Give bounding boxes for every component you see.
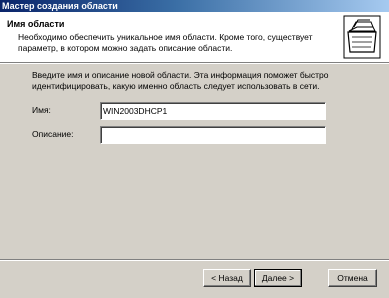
cancel-button[interactable]: Отмена <box>328 269 377 287</box>
next-button[interactable]: Далее > <box>254 269 302 287</box>
instructions-text: Введите имя и описание новой области. Эт… <box>32 70 329 91</box>
scope-description-input[interactable] <box>100 126 326 144</box>
wizard-header: Имя области Необходимо обеспечить уникал… <box>0 12 389 62</box>
header-divider <box>0 62 389 64</box>
name-label: Имя: <box>32 105 51 115</box>
title-bar[interactable]: Мастер создания области <box>0 0 389 12</box>
scope-name-input[interactable] <box>100 102 326 120</box>
scope-folder-icon <box>343 15 381 59</box>
back-button[interactable]: < Назад <box>203 269 251 287</box>
footer-divider <box>0 259 389 261</box>
window-title: Мастер создания области <box>2 1 118 11</box>
page-description: Необходимо обеспечить уникальное имя обл… <box>18 32 313 53</box>
description-label: Описание: <box>32 129 74 139</box>
page-title: Имя области <box>7 19 65 29</box>
